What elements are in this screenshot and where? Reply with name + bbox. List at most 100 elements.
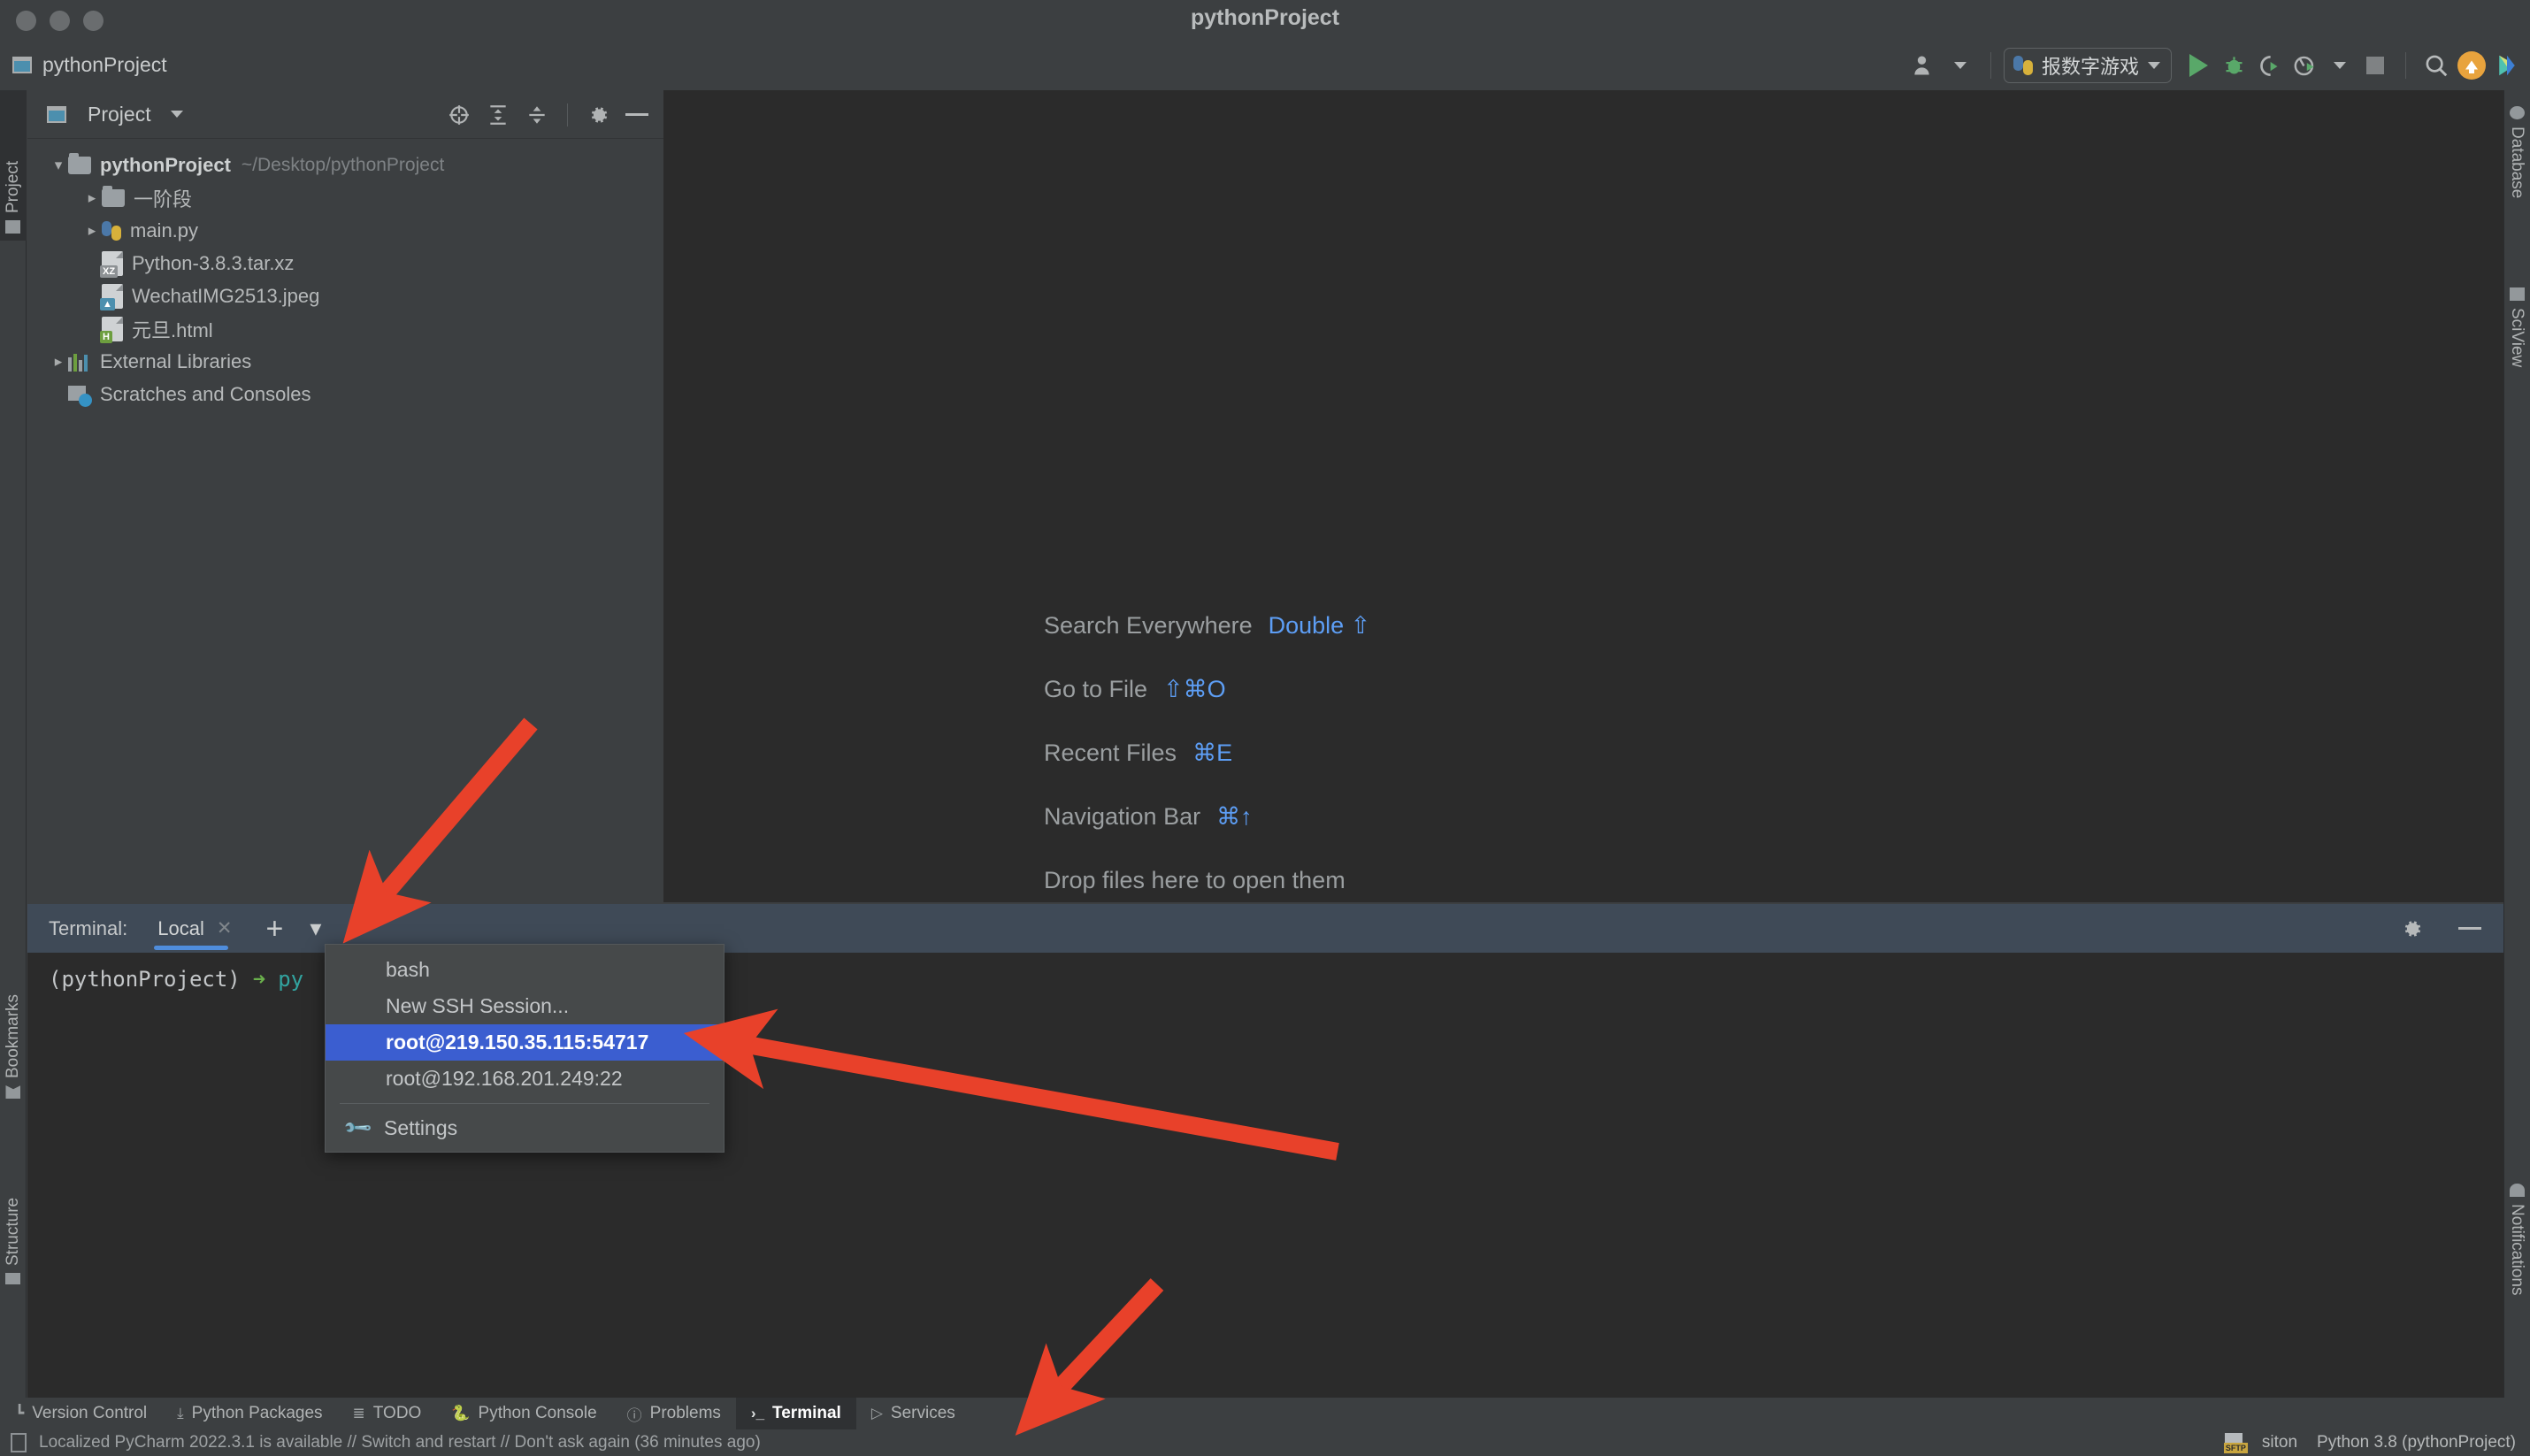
collapse-all-icon[interactable] — [519, 97, 555, 133]
folder-icon — [68, 152, 91, 174]
tree-item-stage-one[interactable]: ▸ 一阶段 — [27, 181, 663, 214]
status-bar-right: SFTP siton Python 3.8 (pythonProject) — [2223, 1433, 2516, 1453]
wrench-icon: 🔧 — [342, 1112, 374, 1144]
tab-python-console[interactable]: 🐍 Python Console — [436, 1398, 611, 1429]
tab-services[interactable]: ▷ Services — [856, 1398, 970, 1429]
bookmarks-icon — [6, 1085, 21, 1099]
terminal-tab-label: Local — [157, 916, 204, 939]
terminal-tab-local[interactable]: Local ✕ — [154, 904, 235, 953]
gear-icon[interactable] — [580, 97, 616, 133]
active-tab-underline — [154, 946, 229, 950]
window-title: pythonProject — [1190, 5, 1340, 30]
tree-item-label: WechatIMG2513.jpeg — [132, 284, 320, 307]
sidebar-item-database[interactable]: Database — [2503, 99, 2530, 267]
tip-label: Search Everywhere — [1044, 612, 1253, 639]
tab-problems[interactable]: ⓘ Problems — [612, 1398, 736, 1429]
tree-item-scratches-consoles[interactable]: ▸ Scratches and Consoles — [27, 378, 663, 410]
status-bar: Localized PyCharm 2022.3.1 is available … — [0, 1429, 2530, 1456]
menu-item-root-219-150-35-115[interactable]: root@219.150.35.115:54717 — [326, 1024, 724, 1061]
menu-item-bash[interactable]: bash — [326, 952, 724, 988]
tip-search-everywhere: Search Everywhere Double ⇧ — [1044, 612, 1370, 640]
tree-item-wechat-image[interactable]: ▸ ▲ WechatIMG2513.jpeg — [27, 280, 663, 312]
chevron-right-icon[interactable]: ▸ — [49, 353, 68, 371]
menu-item-label: New SSH Session... — [386, 994, 570, 1017]
terminal-session-dropdown-menu[interactable]: bash New SSH Session... root@219.150.35.… — [325, 944, 724, 1153]
tab-label: Python Packages — [191, 1404, 323, 1422]
html-file-icon: H — [100, 316, 123, 343]
select-opened-file-icon[interactable] — [441, 97, 477, 133]
project-tree: ▾ pythonProject ~/Desktop/pythonProject … — [27, 140, 663, 410]
pycharm-window: pythonProject pythonProject 报数字游戏 Projec… — [0, 0, 2530, 1456]
search-icon[interactable] — [2419, 48, 2454, 83]
run-configuration-selector[interactable]: 报数字游戏 — [2003, 48, 2172, 83]
tree-item-main-py[interactable]: ▸ main.py — [27, 214, 663, 247]
update-available-icon[interactable] — [2454, 48, 2489, 83]
panel-divider — [567, 103, 568, 126]
run-configuration-name: 报数字游戏 — [2041, 56, 2139, 78]
close-icon[interactable]: ✕ — [217, 917, 233, 939]
tab-python-packages[interactable]: ⤓ Python Packages — [162, 1398, 337, 1429]
tab-todo[interactable]: ≣ TODO — [338, 1398, 437, 1429]
profile-dropdown-icon[interactable] — [2322, 48, 2358, 83]
tree-item-label: Python-3.8.3.tar.xz — [132, 251, 295, 274]
archive-file-icon: XZ — [100, 250, 123, 278]
tab-label: TODO — [372, 1404, 422, 1422]
profile-button[interactable] — [2287, 48, 2322, 83]
terminal-dropdown-button[interactable]: ▾ — [310, 915, 321, 942]
chevron-right-icon[interactable]: ▸ — [82, 189, 102, 207]
sidebar-item-sciview[interactable]: SciView — [2503, 280, 2530, 431]
hide-icon[interactable] — [2452, 911, 2488, 946]
plugin-icon[interactable] — [2489, 48, 2525, 83]
todo-icon: ≣ — [352, 1405, 365, 1422]
tip-go-to-file: Go to File ⇧⌘O — [1044, 676, 1370, 703]
sidebar-item-label: Project — [4, 160, 22, 213]
branch-icon: ┗ — [15, 1405, 25, 1422]
sidebar-item-project[interactable]: Project — [0, 90, 27, 241]
chevron-down-icon[interactable]: ▾ — [49, 157, 68, 174]
run-button[interactable] — [2181, 48, 2216, 83]
services-icon: ▷ — [870, 1405, 883, 1422]
account-dropdown-icon[interactable] — [1943, 48, 1978, 83]
tree-item-external-libraries[interactable]: ▸ External Libraries — [27, 345, 663, 378]
tab-version-control[interactable]: ┗ Version Control — [0, 1398, 162, 1429]
menu-item-label: root@219.150.35.115:54717 — [386, 1031, 649, 1054]
menu-item-new-ssh-session[interactable]: New SSH Session... — [326, 988, 724, 1024]
chevron-down-icon[interactable] — [2148, 62, 2160, 69]
tip-navigation-bar: Navigation Bar ⌘↑ — [1044, 803, 1370, 831]
tree-item-pythonproject[interactable]: ▾ pythonProject ~/Desktop/pythonProject — [27, 149, 663, 181]
run-with-coverage-button[interactable] — [2251, 48, 2287, 83]
project-widget[interactable]: pythonProject — [12, 53, 167, 77]
terminal-prompt-line: (pythonProject) ➜ py — [49, 967, 303, 992]
terminal-actions — [2394, 904, 2488, 953]
chevron-down-icon[interactable] — [170, 111, 183, 118]
hide-icon[interactable] — [619, 97, 655, 133]
chevron-right-icon[interactable]: ▸ — [82, 222, 102, 240]
terminal-arrow: ➜ — [252, 967, 266, 992]
expand-all-icon[interactable] — [480, 97, 516, 133]
sidebar-item-notifications[interactable]: Notifications — [2503, 1176, 2530, 1380]
notification-icon[interactable] — [11, 1433, 27, 1452]
tip-label: Drop files here to open them — [1044, 867, 1346, 893]
sidebar-item-structure[interactable]: Structure — [0, 1137, 27, 1291]
stop-button[interactable] — [2358, 48, 2393, 83]
sidebar-item-label: Database — [2508, 126, 2526, 199]
new-terminal-button[interactable]: + — [265, 914, 283, 944]
account-icon[interactable] — [1907, 48, 1943, 83]
sidebar-item-bookmarks[interactable]: Bookmarks — [0, 938, 27, 1106]
status-notification-text[interactable]: Localized PyCharm 2022.3.1 is available … — [39, 1433, 761, 1452]
menu-item-label: bash — [386, 958, 430, 981]
tab-label: Services — [890, 1404, 955, 1422]
tab-terminal[interactable]: ›_ Terminal — [735, 1398, 856, 1429]
database-icon — [2509, 106, 2525, 119]
tree-item-yuandan-html[interactable]: ▸ H 元旦.html — [27, 312, 663, 345]
gear-icon[interactable] — [2394, 911, 2429, 946]
menu-item-label: root@192.168.201.249:22 — [386, 1067, 623, 1090]
sftp-server-label[interactable]: siton — [2262, 1433, 2297, 1452]
interpreter-label[interactable]: Python 3.8 (pythonProject) — [2317, 1433, 2516, 1452]
menu-item-settings[interactable]: 🔧 Settings — [326, 1110, 724, 1146]
problems-icon: ⓘ — [626, 1406, 642, 1424]
debug-button[interactable] — [2216, 48, 2251, 83]
tree-item-python-tarball[interactable]: ▸ XZ Python-3.8.3.tar.xz — [27, 247, 663, 280]
menu-item-root-192-168-201-249[interactable]: root@192.168.201.249:22 — [326, 1061, 724, 1097]
main-toolbar: pythonProject 报数字游戏 — [0, 41, 2530, 90]
